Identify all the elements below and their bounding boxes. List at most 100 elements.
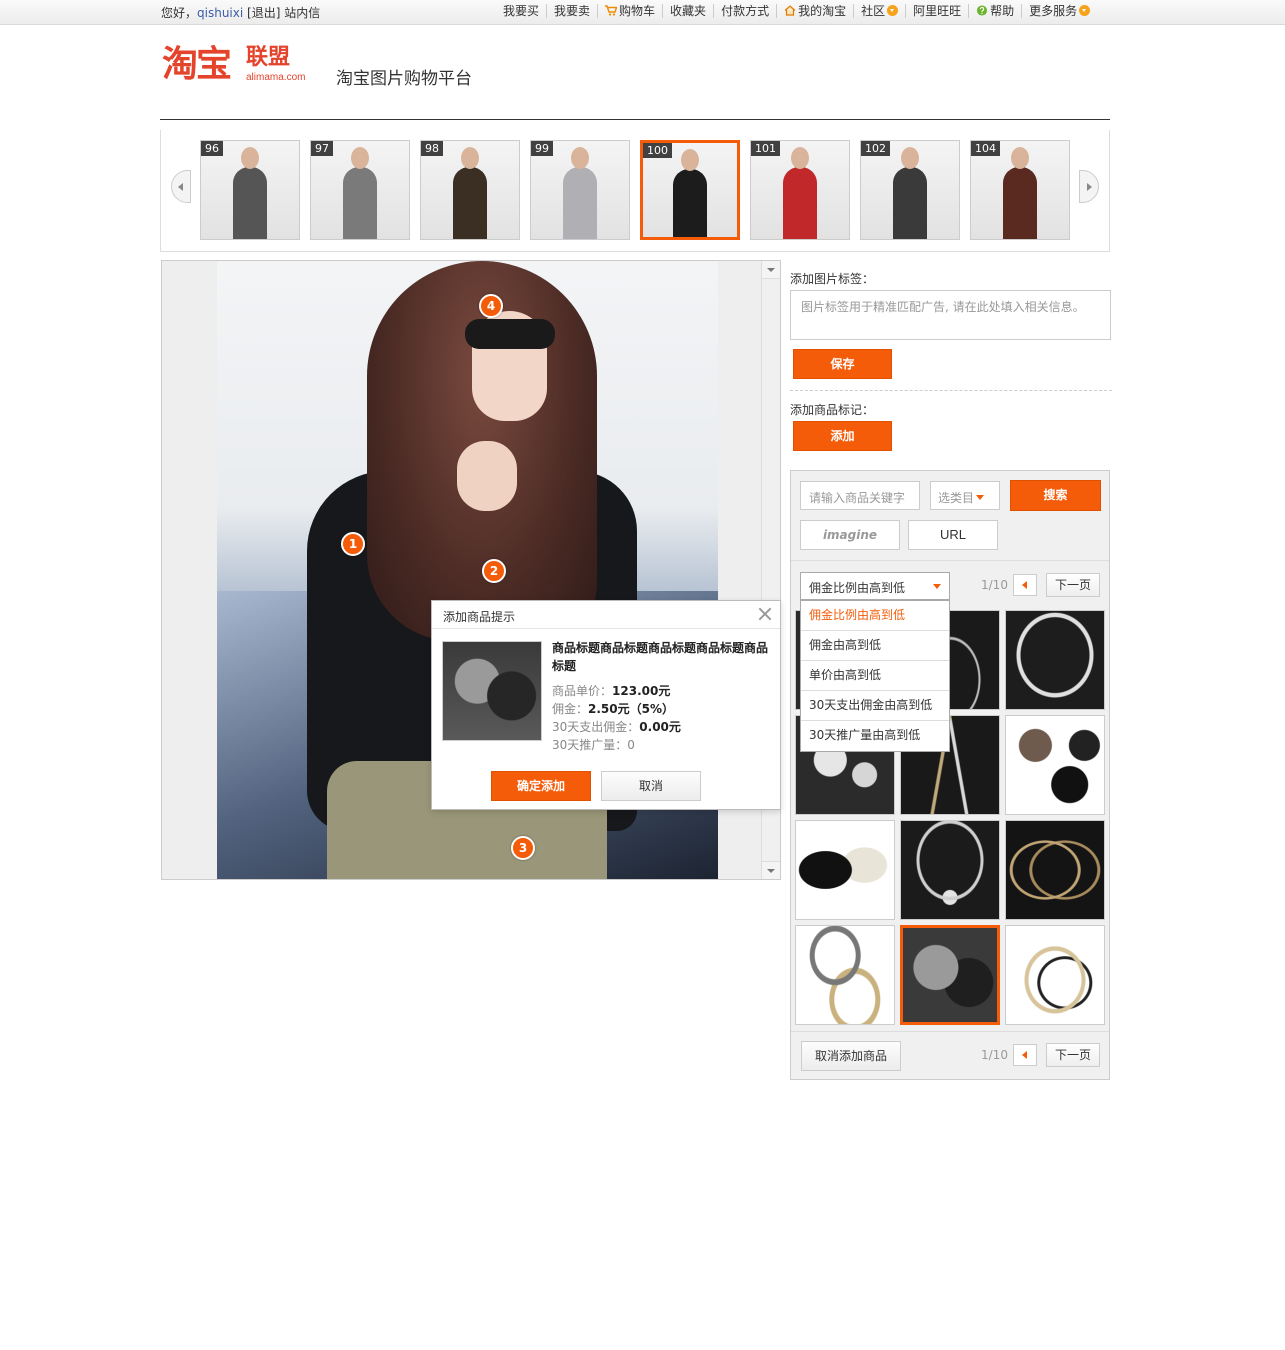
thumbnail-figure bbox=[453, 167, 487, 239]
thumbnail-head bbox=[241, 147, 259, 169]
nav-wangwang[interactable]: 阿里旺旺 bbox=[905, 4, 968, 18]
price-value: 123.00元 bbox=[612, 684, 671, 698]
confirm-add-button[interactable]: 确定添加 bbox=[491, 771, 591, 801]
thumbnail-number: 104 bbox=[971, 141, 1000, 156]
thumbnail-figure bbox=[233, 167, 267, 239]
prev-page-button[interactable] bbox=[1013, 574, 1037, 596]
page-indicator: 1/10 bbox=[981, 578, 1008, 592]
thumbnail-figure bbox=[563, 167, 597, 239]
photo-glasses bbox=[465, 319, 555, 349]
thumbnail-head bbox=[1011, 147, 1029, 169]
carousel-thumbnail[interactable]: 100 bbox=[640, 140, 740, 240]
chevron-down-icon bbox=[976, 495, 985, 500]
product-thumbnail[interactable] bbox=[1005, 610, 1105, 710]
carousel-thumbnail[interactable]: 104 bbox=[970, 140, 1070, 240]
thumbnail-number: 99 bbox=[531, 141, 553, 156]
photo-hand bbox=[457, 441, 517, 511]
product-marker-3[interactable]: 3 bbox=[511, 836, 535, 860]
messages-link[interactable]: 站内信 bbox=[284, 6, 320, 20]
product-thumbnail[interactable] bbox=[795, 925, 895, 1025]
keyword-input[interactable]: 请输入商品关键字 bbox=[800, 481, 920, 510]
carousel-next-button[interactable] bbox=[1079, 170, 1099, 203]
category-select[interactable]: 选类目 bbox=[930, 481, 1000, 510]
carousel-thumbnail[interactable]: 96 bbox=[200, 140, 300, 240]
product-image bbox=[442, 641, 542, 741]
thumbnail-number: 97 bbox=[311, 141, 333, 156]
thumbnail-number: 100 bbox=[643, 143, 672, 158]
logo-sub-text: 联盟 bbox=[246, 45, 291, 70]
tag-textarea[interactable]: 图片标签用于精准匹配广告, 请在此处填入相关信息。 bbox=[790, 290, 1111, 340]
nav-more-services[interactable]: 更多服务 bbox=[1021, 4, 1097, 18]
alimama-logo[interactable]: 淘宝 联盟 alimama.com bbox=[162, 44, 322, 90]
carousel-prev-button[interactable] bbox=[171, 170, 191, 203]
cancel-add-product-button[interactable]: 取消添加商品 bbox=[801, 1041, 901, 1071]
thumbnail-number: 96 bbox=[201, 141, 223, 156]
scroll-up-button[interactable] bbox=[762, 261, 780, 279]
product-marker-1[interactable]: 1 bbox=[341, 532, 365, 556]
close-icon[interactable] bbox=[758, 607, 772, 621]
tab-imagine[interactable]: imagine bbox=[800, 520, 900, 550]
product-title: 商品标题商品标题商品标题商品标题商品标题 bbox=[552, 641, 769, 673]
product-thumbnail[interactable] bbox=[1005, 925, 1105, 1025]
mark-label: 添加商品标记： bbox=[790, 403, 875, 417]
logout-link[interactable]: [退出] bbox=[247, 6, 280, 20]
help-icon bbox=[977, 5, 988, 16]
sort-option[interactable]: 30天支出佣金由高到低 bbox=[801, 691, 949, 721]
carousel-thumbnail[interactable]: 98 bbox=[420, 140, 520, 240]
product-thumbnail[interactable] bbox=[795, 820, 895, 920]
nav-favorites[interactable]: 收藏夹 bbox=[662, 4, 713, 18]
sort-dropdown-menu: 佣金比例由高到低 佣金由高到低 单价由高到低 30天支出佣金由高到低 30天推广… bbox=[800, 600, 950, 752]
add-product-dialog: 添加商品提示 商品标题商品标题商品标题商品标题商品标题 商品单价：123.00元… bbox=[431, 600, 781, 810]
username-link[interactable]: qishuixi bbox=[197, 6, 243, 20]
nav-cart[interactable]: 购物车 bbox=[597, 4, 662, 18]
nav-my-taobao[interactable]: 我的淘宝 bbox=[776, 4, 853, 18]
scroll-down-button[interactable] bbox=[762, 861, 780, 879]
thumbnail-head bbox=[571, 147, 589, 169]
search-button[interactable]: 搜索 bbox=[1010, 480, 1101, 511]
price-row: 商品单价：123.00元 bbox=[552, 684, 671, 698]
product-thumbnail[interactable] bbox=[1005, 715, 1105, 815]
thumbnail-head bbox=[351, 147, 369, 169]
sort-option[interactable]: 佣金由高到低 bbox=[801, 631, 949, 661]
product-thumbnail[interactable] bbox=[900, 925, 1000, 1025]
thumbnail-number: 98 bbox=[421, 141, 443, 156]
home-icon bbox=[784, 5, 796, 16]
nav-community[interactable]: 社区 bbox=[853, 4, 905, 18]
product-thumbnail[interactable] bbox=[900, 820, 1000, 920]
thumbnail-figure bbox=[673, 169, 707, 237]
logo-en-text: alimama.com bbox=[246, 72, 306, 83]
user-info: 您好，qishuixi [退出] 站内信 bbox=[161, 4, 320, 21]
add-mark-button[interactable]: 添加 bbox=[793, 421, 892, 451]
dialog-cancel-button[interactable]: 取消 bbox=[601, 771, 701, 801]
sort-option[interactable]: 30天推广量由高到低 bbox=[801, 721, 949, 751]
prev-page-button[interactable] bbox=[1013, 1044, 1037, 1066]
next-page-button[interactable]: 下一页 bbox=[1046, 1043, 1100, 1067]
carousel-thumbnail[interactable]: 97 bbox=[310, 140, 410, 240]
nav-sell[interactable]: 我要卖 bbox=[546, 4, 597, 18]
nav-payment[interactable]: 付款方式 bbox=[713, 4, 776, 18]
tab-url[interactable]: URL bbox=[908, 520, 998, 550]
carousel-thumbnail[interactable]: 101 bbox=[750, 140, 850, 240]
carousel-thumbnail[interactable]: 102 bbox=[860, 140, 960, 240]
page-indicator: 1/10 bbox=[981, 1048, 1008, 1062]
product-thumbnail[interactable] bbox=[1005, 820, 1105, 920]
cart-icon bbox=[605, 5, 618, 16]
nav-help[interactable]: 帮助 bbox=[968, 4, 1021, 18]
thumbnail-number: 101 bbox=[751, 141, 780, 156]
sort-select[interactable]: 佣金比例由高到低 bbox=[800, 572, 950, 600]
product-marker-2[interactable]: 2 bbox=[482, 559, 506, 583]
next-page-button[interactable]: 下一页 bbox=[1046, 573, 1100, 597]
nav-buy[interactable]: 我要买 bbox=[496, 4, 546, 18]
sort-option[interactable]: 单价由高到低 bbox=[801, 661, 949, 691]
thumbnail-figure bbox=[893, 167, 927, 239]
product-marker-4[interactable]: 4 bbox=[479, 294, 503, 318]
thumbnail-number: 102 bbox=[861, 141, 890, 156]
chevron-down-icon bbox=[933, 584, 941, 589]
carousel-thumbnail[interactable]: 99 bbox=[530, 140, 630, 240]
promo-row: 30天推广量：0 bbox=[552, 738, 635, 752]
save-button[interactable]: 保存 bbox=[793, 349, 892, 379]
sort-option[interactable]: 佣金比例由高到低 bbox=[801, 601, 949, 631]
product-info: 商品单价：123.00元 佣金：2.50元（5%） 30天支出佣金：0.00元 … bbox=[552, 682, 681, 754]
tag-label: 添加图片标签： bbox=[790, 272, 875, 286]
thumbnail-head bbox=[901, 147, 919, 169]
